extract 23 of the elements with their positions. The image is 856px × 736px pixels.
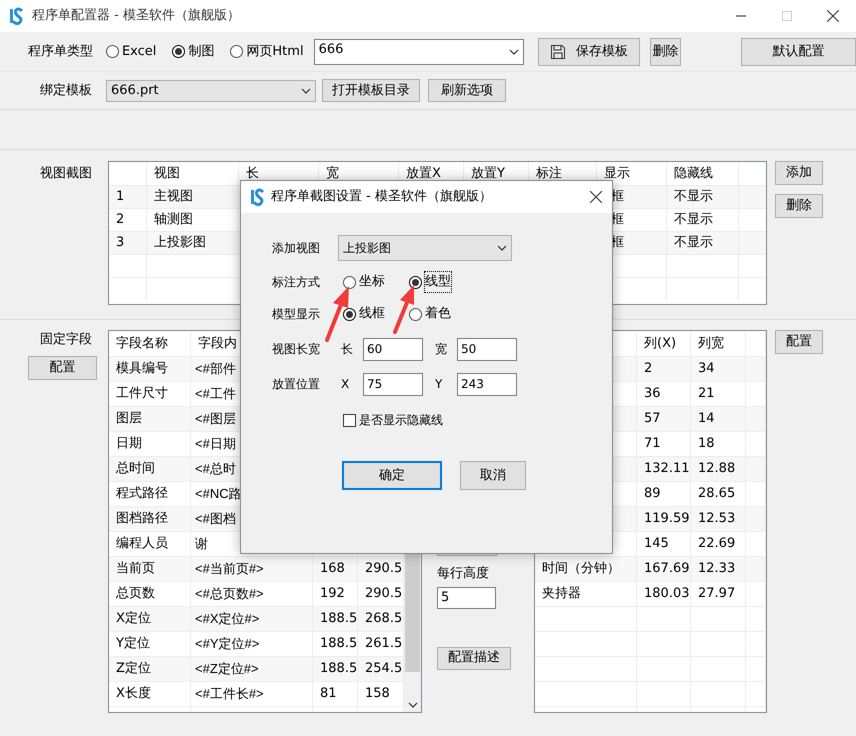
table-cell: X长度 bbox=[109, 682, 191, 706]
annotation-label: 标注方式 bbox=[272, 274, 321, 291]
type-label: 程序单类型 bbox=[28, 42, 94, 61]
views-label: 视图截图 bbox=[40, 165, 93, 183]
table-cell: 夹持器 bbox=[535, 582, 637, 606]
table-cell: 180.03 bbox=[637, 582, 691, 606]
table-cell: 81 bbox=[313, 682, 358, 706]
model-display-label: 模型显示 bbox=[272, 306, 321, 323]
dialog-title: 程序单截图设置 - 模圣软件（旗舰版） bbox=[271, 188, 492, 206]
row-height-label: 每行高度 bbox=[437, 565, 490, 583]
window-title: 程序单配置器 - 模圣软件（旗舰版） bbox=[32, 7, 240, 26]
table-cell: 不显示 bbox=[667, 232, 739, 254]
add-view-label: 添加视图 bbox=[272, 240, 321, 257]
table-cell: 上投影图 bbox=[147, 232, 239, 254]
table-cell: 3 bbox=[109, 232, 147, 254]
x-label: X bbox=[341, 376, 350, 393]
length-label: 长 bbox=[341, 341, 354, 358]
bind-template-label: 绑定模板 bbox=[40, 82, 93, 100]
table-cell: 27.97 bbox=[691, 582, 746, 606]
table-cell: <#工件长#> bbox=[191, 682, 313, 706]
fixed-fields-label: 固定字段 bbox=[40, 331, 93, 349]
width-label: 宽 bbox=[435, 341, 448, 358]
y-label: Y bbox=[435, 376, 444, 393]
